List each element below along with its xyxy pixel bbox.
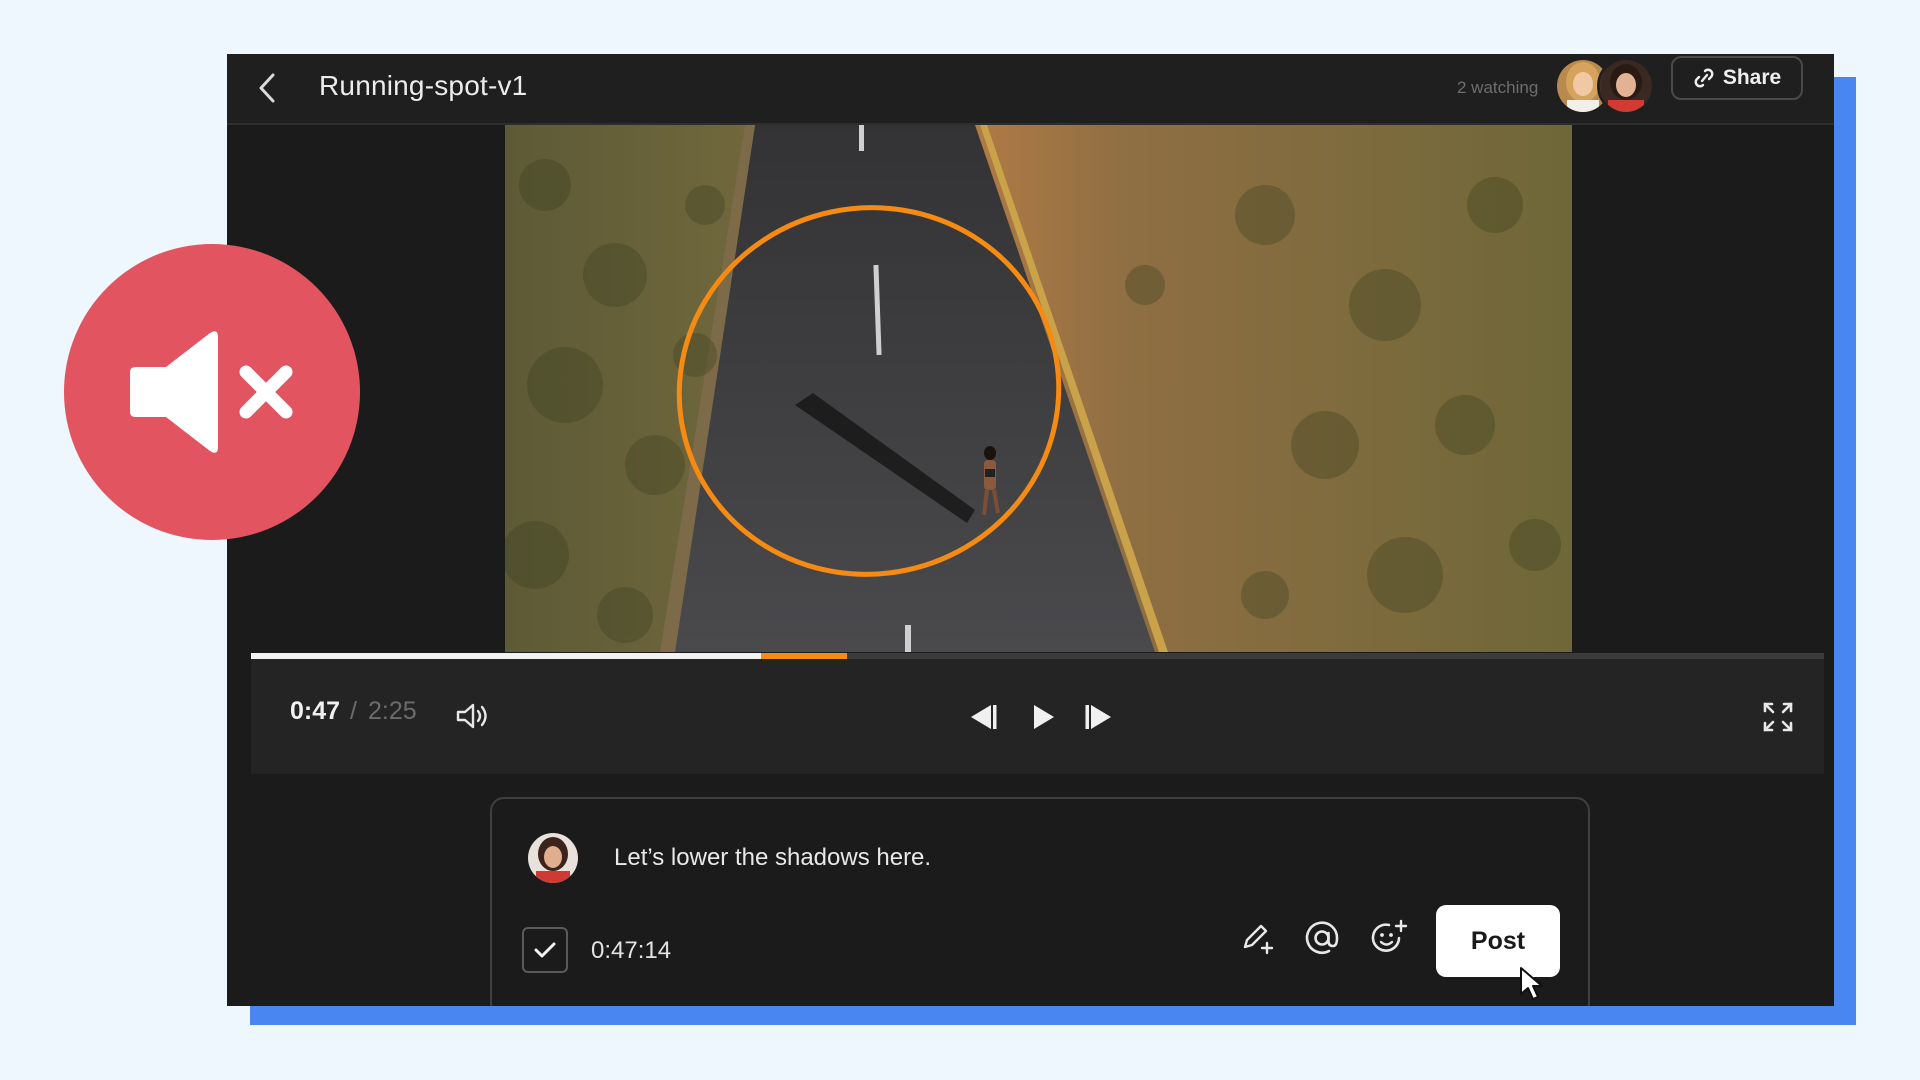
mouse-cursor-icon — [1520, 967, 1543, 1000]
step-back-icon — [971, 705, 997, 729]
review-app-window: Running-spot-v1 2 watching Share 0:47 / … — [227, 54, 1834, 1006]
back-button[interactable] — [249, 68, 285, 108]
pencil-plus-icon — [1243, 924, 1274, 955]
check-icon — [534, 942, 556, 958]
share-label: Share — [1722, 66, 1782, 89]
emoji-button[interactable] — [1365, 914, 1413, 962]
top-bar: Running-spot-v1 2 watching Share — [227, 54, 1834, 125]
volume-icon — [456, 703, 487, 729]
video-frame[interactable] — [505, 125, 1572, 652]
draw-annotation-button[interactable] — [1233, 914, 1281, 962]
mute-badge — [64, 244, 360, 540]
watching-count: 2 watching — [1457, 78, 1539, 97]
play-icon — [1034, 705, 1054, 729]
fullscreen-button[interactable] — [1756, 695, 1800, 739]
comment-author-avatar — [528, 833, 578, 883]
step-back-button[interactable] — [961, 695, 1005, 739]
fullscreen-icon — [1763, 702, 1793, 732]
avatar-viewer-2[interactable] — [1597, 57, 1655, 115]
comment-timestamp: 0:47:14 — [591, 937, 672, 964]
page-title: Running-spot-v1 — [319, 70, 528, 101]
emoji-add-icon — [1371, 919, 1408, 952]
step-forward-icon — [1085, 705, 1111, 729]
share-button[interactable]: Share — [1671, 56, 1803, 100]
player-controls: 0:47 / 2:25 — [251, 659, 1824, 774]
time-current: 0:47 — [290, 697, 341, 725]
timestamp-checkbox[interactable] — [522, 927, 568, 973]
volume-button[interactable] — [451, 694, 495, 738]
at-icon — [1305, 921, 1339, 954]
time-total: 2:25 — [368, 697, 417, 725]
step-forward-button[interactable] — [1077, 695, 1121, 739]
video-still — [505, 125, 1572, 652]
comment-composer: Let’s lower the shadows here. 0:47:14 Po… — [490, 797, 1590, 1006]
link-icon — [1694, 68, 1714, 88]
mute-icon — [130, 331, 293, 453]
time-separator: / — [350, 697, 357, 725]
mention-button[interactable] — [1298, 914, 1346, 962]
play-button[interactable] — [1021, 695, 1065, 739]
comment-input[interactable]: Let’s lower the shadows here. — [614, 844, 931, 872]
chevron-left-icon — [259, 73, 275, 103]
